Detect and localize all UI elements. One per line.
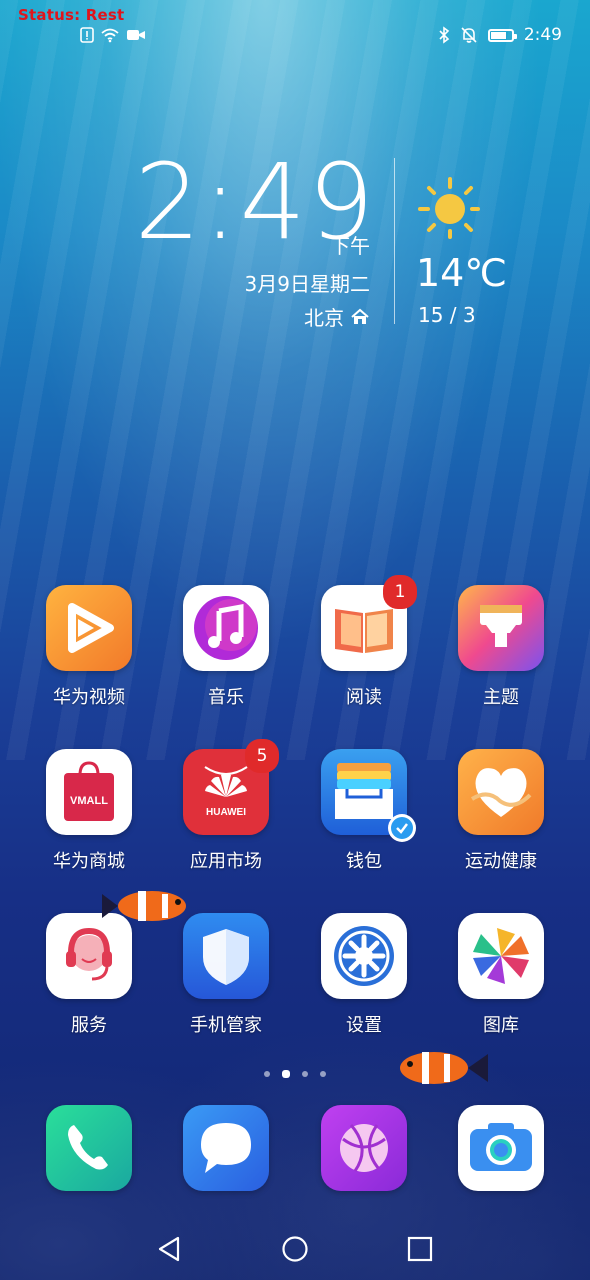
mute-icon	[461, 27, 477, 43]
home-button[interactable]	[277, 1231, 313, 1267]
clock-ampm: 下午	[330, 234, 370, 258]
pinwheel-icon	[458, 913, 544, 999]
app-gallery[interactable]: 图库	[431, 913, 571, 1037]
app-themes[interactable]: 主题	[431, 585, 571, 709]
dock-browser[interactable]	[294, 1105, 434, 1191]
video-icon	[127, 30, 145, 40]
back-icon	[158, 1236, 180, 1262]
shield-icon	[183, 913, 269, 999]
app-label: 华为视频	[53, 687, 125, 708]
vmall-bag-icon: VMALL	[46, 749, 132, 835]
page-dot	[264, 1071, 270, 1077]
app-reading[interactable]: 1 阅读	[294, 575, 434, 709]
app-music[interactable]: 音乐	[156, 585, 296, 709]
verified-shield-icon	[388, 814, 416, 842]
notification-badge: 5	[245, 739, 279, 773]
dock-phone[interactable]	[19, 1105, 159, 1191]
app-wallet[interactable]: 钱包	[294, 749, 434, 873]
recents-button[interactable]	[402, 1231, 438, 1267]
page-dot	[320, 1071, 326, 1077]
home-icon	[351, 308, 369, 324]
weather-range: 15 / 3	[418, 303, 476, 327]
dock-messages[interactable]	[156, 1105, 296, 1191]
app-settings[interactable]: 设置	[294, 913, 434, 1037]
weather-temperature: 14℃	[416, 251, 508, 295]
gear-icon	[321, 913, 407, 999]
app-label: 运动健康	[465, 851, 537, 872]
app-label: 图库	[483, 1015, 519, 1036]
chat-bubble-icon	[183, 1105, 269, 1191]
clock-date: 3月9日星期二	[244, 272, 370, 296]
app-health[interactable]: 运动健康	[431, 749, 571, 873]
app-label: 阅读	[346, 687, 382, 708]
app-label: 钱包	[346, 851, 382, 872]
wifi-icon	[101, 28, 119, 43]
app-label: 主题	[483, 687, 519, 708]
app-label: 手机管家	[190, 1015, 262, 1036]
status-overlay-label: Status: Rest	[18, 6, 125, 24]
camera-icon	[458, 1105, 544, 1191]
clownfish-decoration	[400, 1052, 488, 1084]
app-label: 设置	[346, 1015, 382, 1036]
music-note-icon	[183, 585, 269, 671]
svg-text:HUAWEI: HUAWEI	[206, 807, 246, 818]
app-label: 音乐	[208, 687, 244, 708]
page-indicator	[0, 1070, 590, 1078]
headset-icon	[46, 913, 132, 999]
book-icon: 1	[321, 575, 417, 671]
widget-divider	[394, 158, 395, 324]
alert-icon	[80, 27, 94, 43]
app-phone-manager[interactable]: 手机管家	[156, 913, 296, 1037]
dock-camera[interactable]	[431, 1105, 571, 1191]
navigation-bar	[0, 1215, 590, 1280]
svg-text:VMALL: VMALL	[70, 795, 108, 807]
battery-icon	[487, 28, 517, 42]
clock-city: 北京	[304, 302, 370, 331]
app-label: 应用市场	[190, 851, 262, 872]
clock-details: 下午 3月9日星期二 北京	[96, 150, 376, 330]
heart-icon	[458, 749, 544, 835]
page-dot	[302, 1071, 308, 1077]
app-service[interactable]: 服务	[19, 913, 159, 1037]
app-label: 服务	[71, 1015, 107, 1036]
phone-icon	[46, 1105, 132, 1191]
wallet-icon	[321, 749, 416, 842]
back-button[interactable]	[151, 1231, 187, 1267]
city-name: 北京	[304, 306, 344, 330]
app-huawei-video[interactable]: 华为视频	[19, 585, 159, 709]
sun-icon	[418, 177, 480, 239]
recents-icon	[407, 1236, 433, 1262]
status-left-icons	[80, 27, 146, 43]
huawei-logo-icon: HUAWEI 5	[183, 739, 279, 835]
video-play-icon	[46, 585, 132, 671]
app-label: 华为商城	[53, 851, 125, 872]
app-vmall[interactable]: VMALL 华为商城	[19, 749, 159, 873]
status-time: 2:49	[523, 25, 562, 45]
page-dot-active	[282, 1070, 290, 1078]
status-right: 2:49	[438, 25, 562, 45]
notification-badge: 1	[383, 575, 417, 609]
paint-brush-icon	[458, 585, 544, 671]
home-circle-icon	[282, 1236, 308, 1262]
bluetooth-icon	[439, 26, 450, 44]
globe-icon	[321, 1105, 407, 1191]
app-appgallery[interactable]: HUAWEI 5 应用市场	[156, 739, 296, 873]
